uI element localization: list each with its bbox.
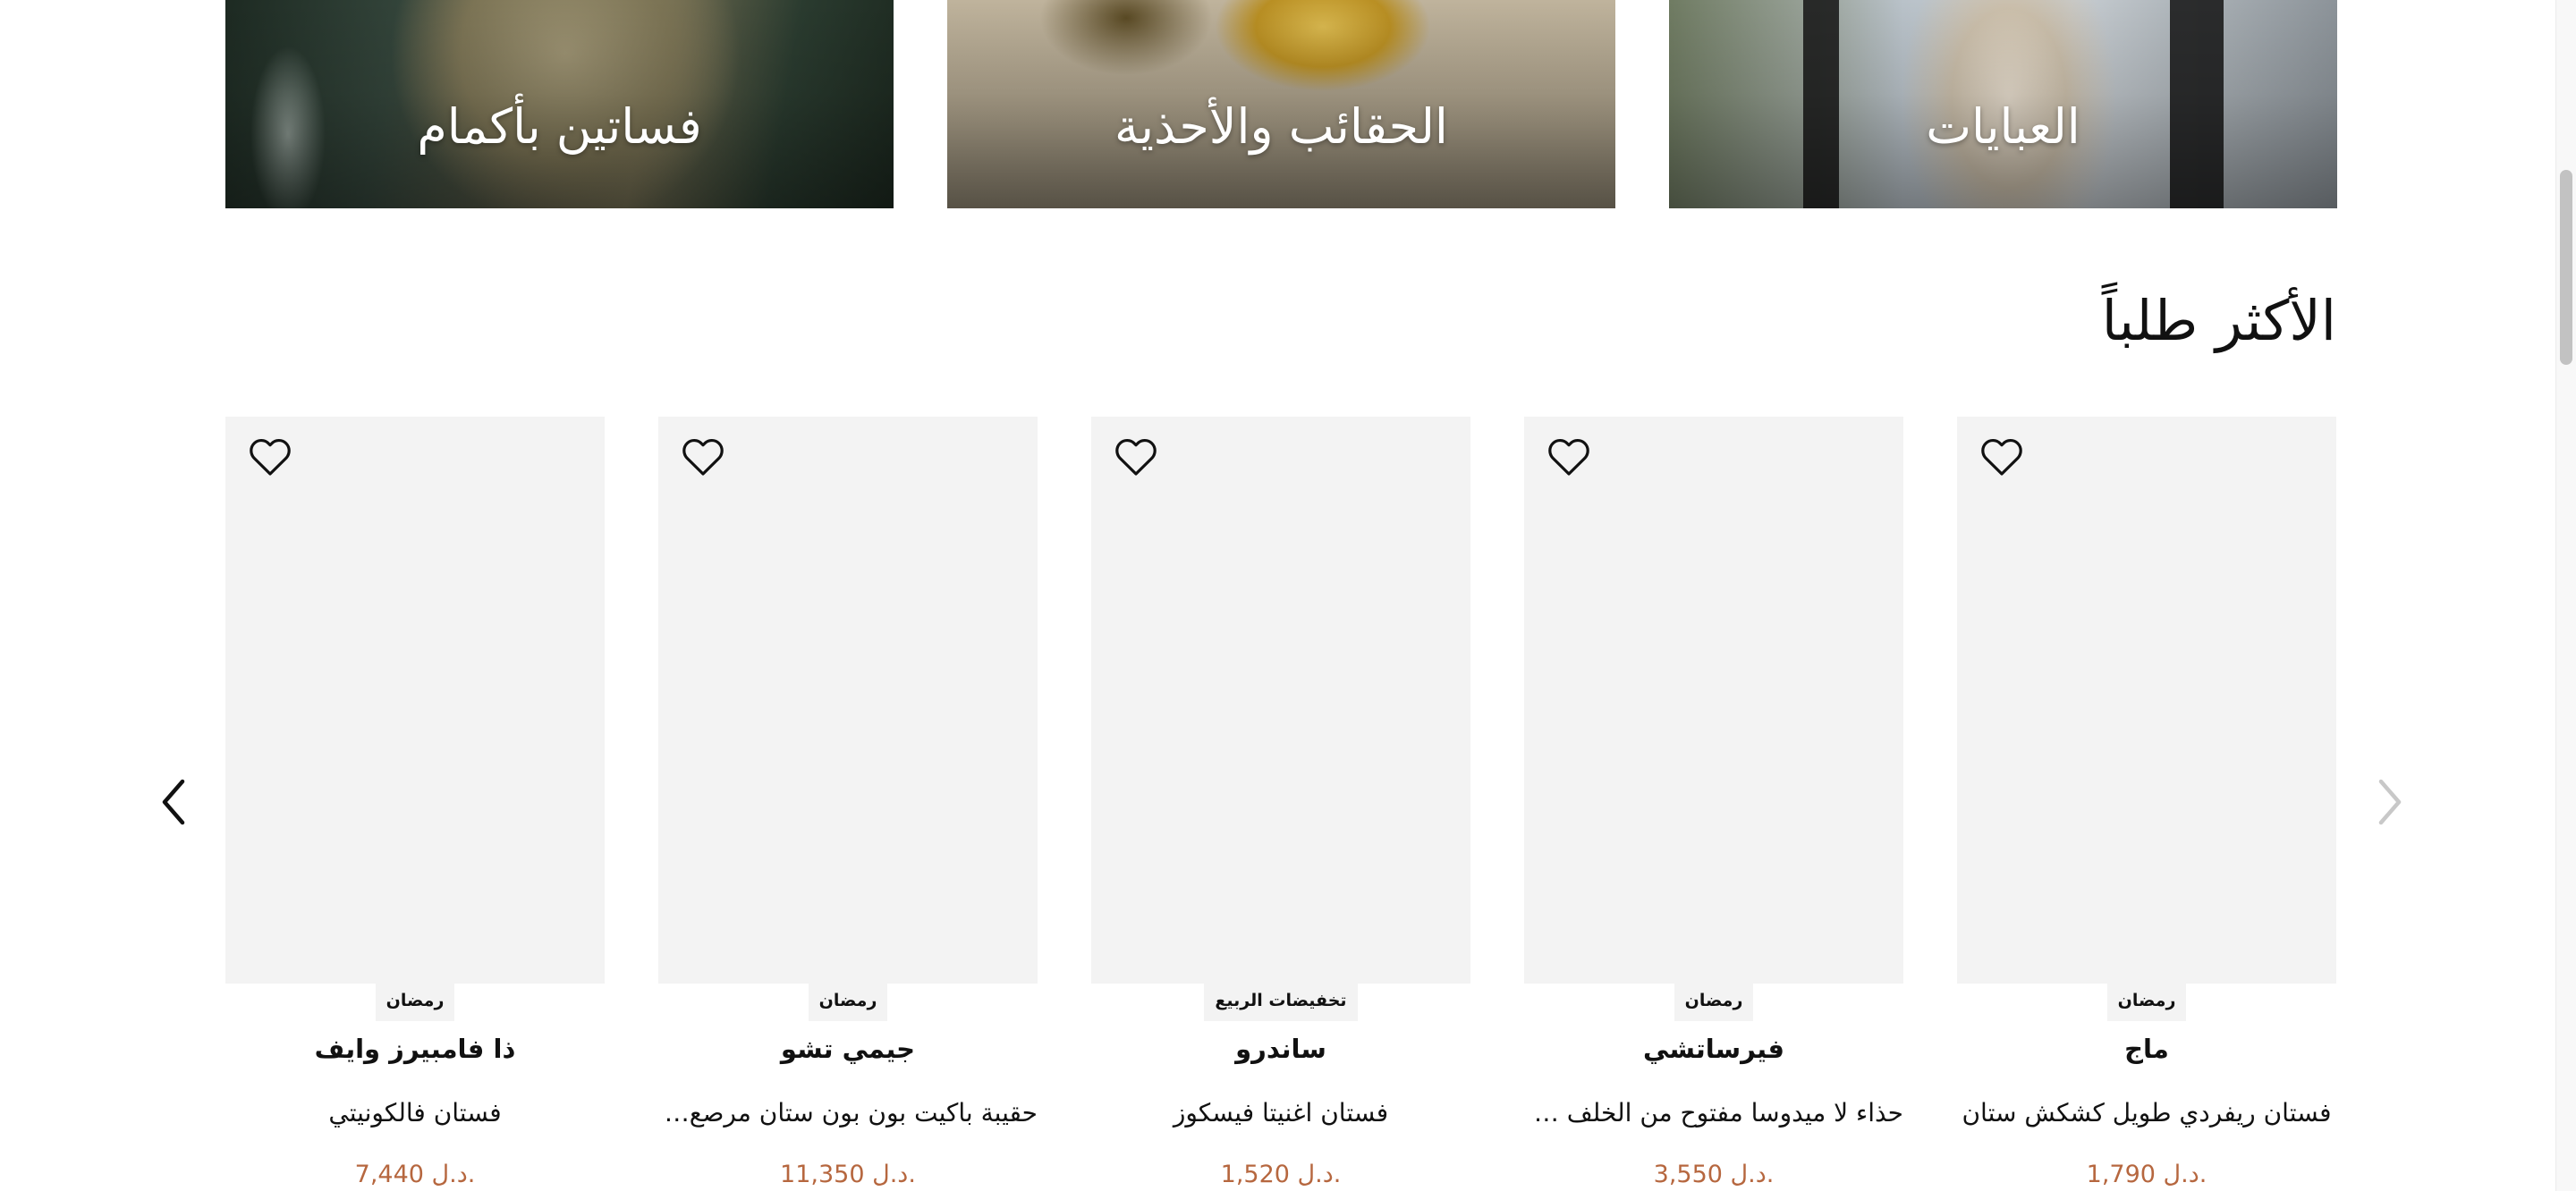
product-image[interactable] — [1957, 417, 2336, 984]
chevron-left-icon[interactable] — [148, 771, 202, 833]
promo-badge: رمضان — [375, 984, 455, 1021]
product-price: 1,520 د.ل. — [1220, 1161, 1342, 1188]
product-card[interactable]: رمضان جيمي تشو حقيبة باكيت بون بون ستان … — [658, 417, 1038, 1191]
product-price: 7,440 د.ل. — [354, 1161, 476, 1188]
product-image[interactable] — [225, 417, 605, 984]
heart-icon[interactable] — [249, 436, 292, 477]
section-title: الأكثر طلباً — [2101, 288, 2336, 353]
product-brand[interactable]: فيرساتشي — [1524, 1034, 1903, 1064]
heart-icon[interactable] — [1114, 436, 1157, 477]
product-image[interactable] — [1091, 417, 1470, 984]
product-card[interactable]: رمضان ماج فستان ريفردي طويل كشكش ستان 1,… — [1957, 417, 2336, 1191]
product-image[interactable] — [1524, 417, 1903, 984]
category-tile-bags-shoes[interactable]: الحقائب والأحذية — [947, 0, 1615, 208]
chevron-right-icon[interactable] — [2361, 771, 2415, 833]
product-image[interactable] — [658, 417, 1038, 984]
product-name[interactable]: حذاء لا ميدوسا مفتوح من الخلف ومزين — [1524, 1098, 1903, 1128]
category-tile-dresses[interactable]: فساتين بأكمام — [225, 0, 894, 208]
product-price: 11,350 د.ل. — [780, 1161, 916, 1188]
category-label: فساتين بأكمام — [417, 98, 702, 155]
product-card[interactable]: رمضان فيرساتشي حذاء لا ميدوسا مفتوح من ا… — [1524, 417, 1903, 1191]
product-brand[interactable]: ماج — [1957, 1034, 2336, 1064]
product-card[interactable]: رمضان ذا فامبيرز وايف فستان فالكونيتي 7,… — [225, 417, 605, 1191]
product-brand[interactable]: جيمي تشو — [658, 1034, 1038, 1064]
product-name[interactable]: فستان ريفردي طويل كشكش ستان — [1957, 1098, 2336, 1128]
product-name[interactable]: فستان فالكونيتي — [225, 1098, 605, 1128]
heart-icon[interactable] — [682, 436, 724, 477]
product-brand[interactable]: ذا فامبيرز وايف — [225, 1034, 605, 1064]
page-scrollbar[interactable] — [2555, 0, 2576, 1191]
category-label: العبايات — [1926, 98, 2080, 155]
heart-icon[interactable] — [1547, 436, 1590, 477]
category-tile-abayas[interactable]: العبايات — [1669, 0, 2337, 208]
product-price: 1,790 د.ل. — [2086, 1161, 2207, 1188]
promo-badge: تخفيضات الربيع — [1204, 984, 1358, 1021]
scrollbar-thumb[interactable] — [2560, 170, 2572, 365]
product-name[interactable]: فستان اغنيتا فيسكوز — [1091, 1098, 1470, 1128]
product-price: 3,550 د.ل. — [1653, 1161, 1775, 1188]
product-name[interactable]: حقيبة باكيت بون بون ستان مرصع بالكريستال — [658, 1098, 1038, 1128]
promo-badge: رمضان — [2106, 984, 2187, 1021]
heart-icon[interactable] — [1980, 436, 2023, 477]
product-card[interactable]: تخفيضات الربيع ساندرو فستان اغنيتا فيسكو… — [1091, 417, 1470, 1191]
promo-badge: رمضان — [1674, 984, 1754, 1021]
promo-badge: رمضان — [808, 984, 888, 1021]
product-brand[interactable]: ساندرو — [1091, 1034, 1470, 1064]
category-label: الحقائب والأحذية — [1114, 98, 1448, 155]
